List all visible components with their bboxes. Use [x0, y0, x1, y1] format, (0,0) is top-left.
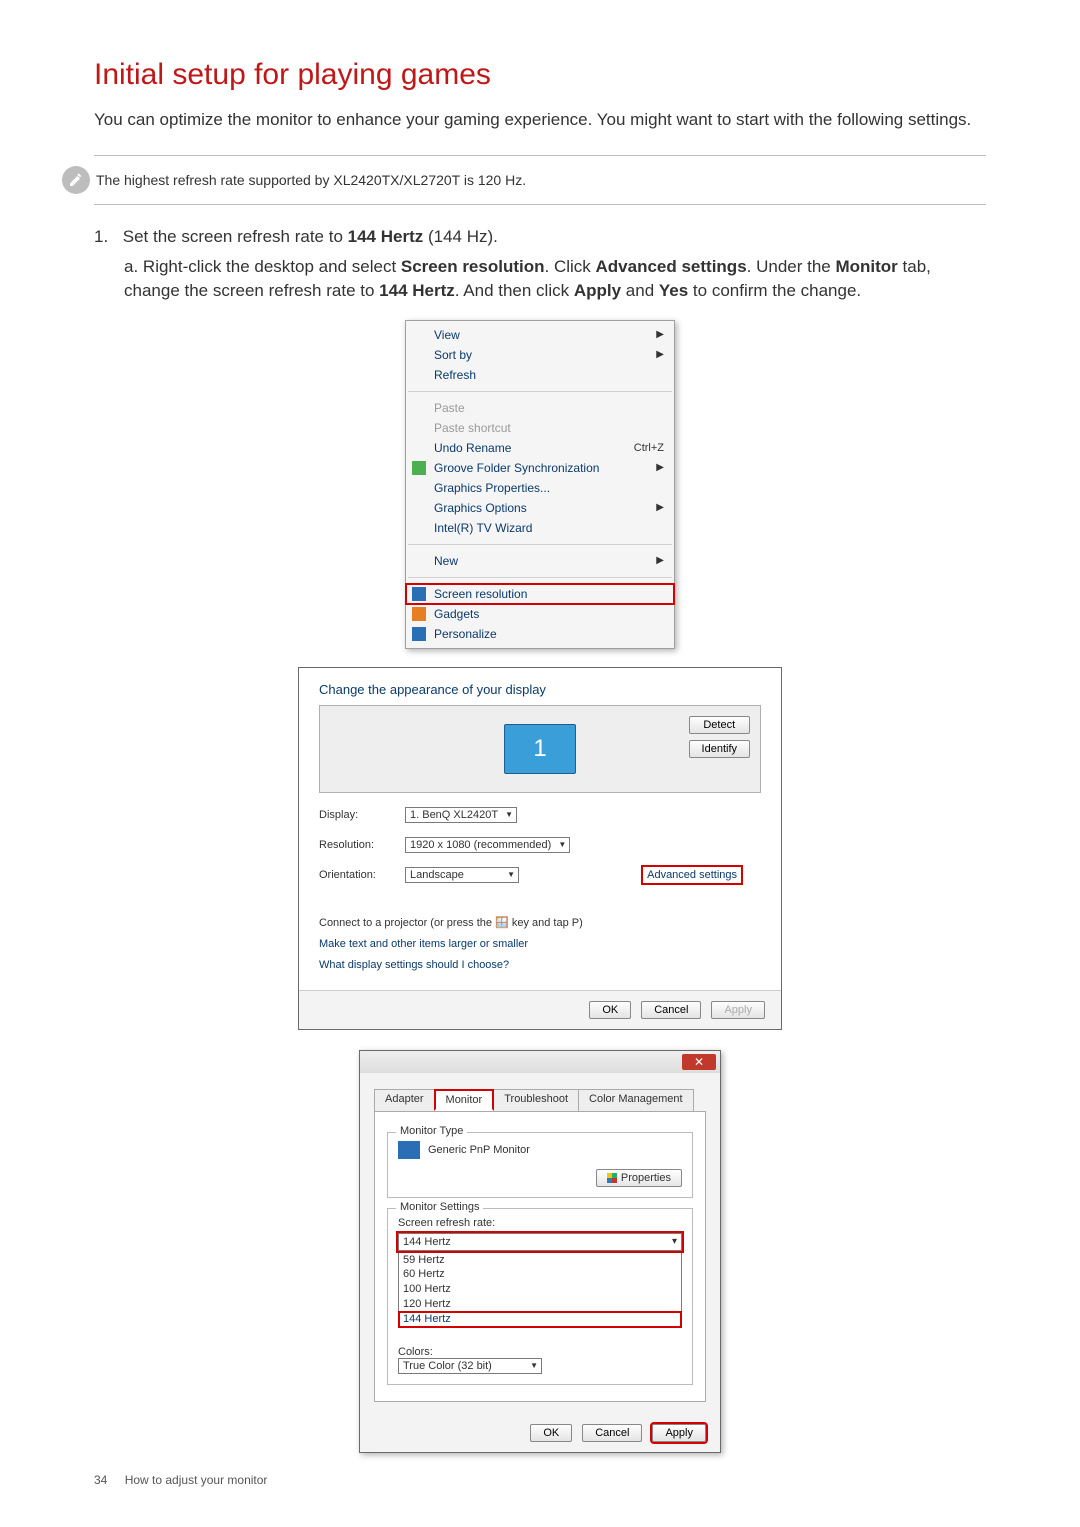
rate-option[interactable]: 100 Hertz	[399, 1282, 681, 1297]
chevron-right-icon: ▶	[656, 462, 664, 473]
screen-resolution-window: Change the appearance of your display 1 …	[298, 667, 782, 1030]
display-select[interactable]: 1. BenQ XL2420T	[405, 807, 517, 823]
substep-letter: a.	[124, 257, 138, 276]
ctx-item-personalize[interactable]: Personalize	[406, 624, 674, 644]
window-header: Change the appearance of your display	[319, 682, 761, 697]
help-link[interactable]: What display settings should I choose?	[319, 955, 761, 976]
orientation-label: Orientation:	[319, 869, 405, 881]
chevron-right-icon: ▶	[656, 349, 664, 360]
refresh-rate-options: 59 Hertz 60 Hertz 100 Hertz 120 Hertz 14…	[398, 1251, 682, 1328]
chevron-right-icon: ▶	[656, 502, 664, 513]
resolution-select[interactable]: 1920 x 1080 (recommended)	[405, 837, 570, 853]
groove-icon	[412, 461, 426, 475]
substep-text: . Under the	[747, 257, 836, 276]
tab-adapter[interactable]: Adapter	[374, 1089, 435, 1111]
ctx-item-paste-shortcut: Paste shortcut	[406, 418, 674, 438]
divider	[94, 204, 986, 205]
substep-text: and	[621, 281, 659, 300]
ok-button[interactable]: OK	[589, 1001, 631, 1019]
orientation-select[interactable]: Landscape	[405, 867, 519, 883]
substep-text: Right-click the desktop and select	[143, 257, 401, 276]
rate-option[interactable]: 120 Hertz	[399, 1297, 681, 1312]
page-number: 34	[94, 1473, 107, 1487]
substep-bold: Advanced settings	[596, 257, 747, 276]
substep-text: . And then click	[455, 281, 574, 300]
chevron-right-icon: ▶	[656, 329, 664, 340]
ctx-item-graphics-props[interactable]: Graphics Properties...	[406, 478, 674, 498]
ctx-item-new[interactable]: New▶	[406, 551, 674, 571]
shield-icon	[607, 1173, 617, 1183]
titlebar: ✕	[360, 1051, 720, 1073]
projector-link[interactable]: Connect to a projector (or press the 🪟 k…	[319, 913, 761, 934]
context-menu: View▶ Sort by▶ Refresh Paste Paste short…	[405, 320, 675, 649]
ctx-item-undo[interactable]: Undo RenameCtrl+Z	[406, 438, 674, 458]
resolution-label: Resolution:	[319, 839, 405, 851]
ctx-item-gadgets[interactable]: Gadgets	[406, 604, 674, 624]
ctx-item-groove[interactable]: Groove Folder Synchronization▶	[406, 458, 674, 478]
ctx-item-tvwizard[interactable]: Intel(R) TV Wizard	[406, 518, 674, 538]
detect-button[interactable]: Detect	[689, 716, 750, 734]
substep-bold: Monitor	[835, 257, 897, 276]
footer-text: How to adjust your monitor	[125, 1473, 268, 1487]
step-text: (144 Hz).	[423, 227, 498, 246]
display-label: Display:	[319, 809, 405, 821]
step-number: 1.	[94, 227, 118, 247]
step-bold: 144 Hertz	[348, 227, 424, 246]
apply-button[interactable]: Apply	[652, 1424, 706, 1442]
tab-monitor[interactable]: Monitor	[434, 1089, 495, 1111]
personalize-icon	[412, 627, 426, 641]
ok-button[interactable]: OK	[530, 1424, 572, 1442]
tab-color-management[interactable]: Color Management	[578, 1089, 694, 1111]
rate-option[interactable]: 144 Hertz	[399, 1312, 681, 1327]
substep-text: . Click	[545, 257, 596, 276]
shortcut-label: Ctrl+Z	[634, 442, 664, 454]
monitor-thumbnail[interactable]: 1	[504, 724, 576, 774]
apply-button: Apply	[711, 1001, 765, 1019]
page-footer: 34 How to adjust your monitor	[94, 1473, 267, 1487]
page-title: Initial setup for playing games	[94, 58, 986, 92]
chevron-right-icon: ▶	[656, 555, 664, 566]
ctx-item-paste: Paste	[406, 398, 674, 418]
close-button[interactable]: ✕	[682, 1054, 716, 1070]
advanced-settings-link[interactable]: Advanced settings	[641, 865, 743, 885]
monitor-type-legend: Monitor Type	[396, 1125, 467, 1137]
ctx-item-sort[interactable]: Sort by▶	[406, 345, 674, 365]
cancel-button[interactable]: Cancel	[641, 1001, 701, 1019]
colors-select[interactable]: True Color (32 bit)	[398, 1358, 542, 1374]
substep-text: to confirm the change.	[688, 281, 861, 300]
ctx-item-screen-resolution[interactable]: Screen resolution	[406, 584, 674, 604]
properties-button[interactable]: Properties	[596, 1169, 682, 1187]
monitor-settings-legend: Monitor Settings	[396, 1201, 483, 1213]
substep-bold: Apply	[574, 281, 621, 300]
monitor-properties-window: ✕ Adapter Monitor Troubleshoot Color Man…	[359, 1050, 721, 1453]
step-text: Set the screen refresh rate to	[123, 227, 348, 246]
screenres-icon	[412, 587, 426, 601]
refresh-rate-label: Screen refresh rate:	[398, 1217, 682, 1229]
cancel-button[interactable]: Cancel	[582, 1424, 642, 1442]
ctx-item-graphics-opts[interactable]: Graphics Options▶	[406, 498, 674, 518]
identify-button[interactable]: Identify	[689, 740, 750, 758]
rate-option[interactable]: 60 Hertz	[399, 1267, 681, 1282]
monitor-icon	[398, 1141, 420, 1159]
note-text: The highest refresh rate supported by XL…	[96, 172, 526, 188]
pencil-icon	[62, 166, 90, 194]
gadgets-icon	[412, 607, 426, 621]
text-size-link[interactable]: Make text and other items larger or smal…	[319, 934, 761, 955]
monitor-name: Generic PnP Monitor	[428, 1144, 530, 1156]
substep-bold: Yes	[659, 281, 688, 300]
tab-troubleshoot[interactable]: Troubleshoot	[493, 1089, 579, 1111]
refresh-rate-select[interactable]: 144 Hertz	[398, 1233, 682, 1251]
rate-option[interactable]: 59 Hertz	[399, 1253, 681, 1268]
substep-bold: Screen resolution	[401, 257, 545, 276]
ctx-item-refresh[interactable]: Refresh	[406, 365, 674, 385]
ctx-item-view[interactable]: View▶	[406, 325, 674, 345]
colors-label: Colors:	[398, 1346, 682, 1358]
substep-bold: 144 Hertz	[379, 281, 455, 300]
display-preview: 1 Detect Identify	[319, 705, 761, 793]
intro-text: You can optimize the monitor to enhance …	[94, 108, 986, 133]
